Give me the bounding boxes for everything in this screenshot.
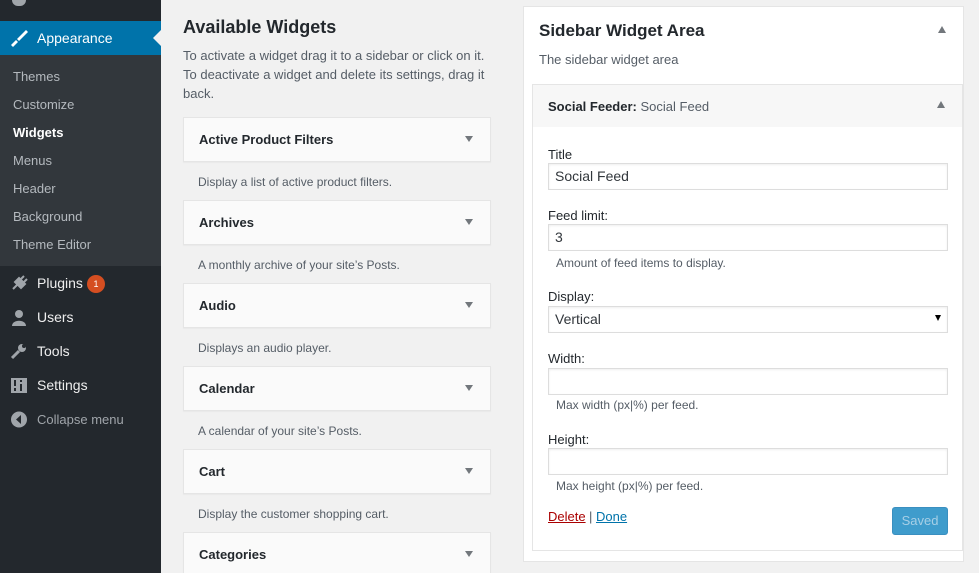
- menu-label: Appearance: [37, 30, 113, 46]
- widget-active-product-filters[interactable]: Active Product Filters: [183, 117, 491, 162]
- menu-label: Plugins: [37, 275, 83, 291]
- display-label: Display:: [548, 289, 595, 304]
- widget-instance-title: Social Feed: [640, 99, 710, 114]
- user-icon: [12, 310, 26, 326]
- widget-audio[interactable]: Audio: [183, 283, 491, 328]
- menu-item-tools[interactable]: Tools: [0, 334, 161, 368]
- admin-menu: Appearance Themes Customize Widgets Menu…: [0, 0, 161, 573]
- width-input[interactable]: [548, 368, 948, 395]
- delete-link[interactable]: Delete: [548, 509, 586, 524]
- available-widgets-title: Available Widgets: [183, 17, 337, 37]
- menu-item-users[interactable]: Users: [0, 300, 161, 334]
- widget-calendar[interactable]: Calendar: [183, 366, 491, 411]
- update-count-badge: 1: [87, 275, 105, 293]
- menu-item-settings[interactable]: Settings: [0, 368, 161, 402]
- height-label: Height:: [548, 432, 590, 447]
- collapse-menu-button[interactable]: Collapse menu: [0, 402, 161, 436]
- menu-label: Collapse menu: [37, 412, 124, 427]
- widget-description: Display the customer shopping cart.: [198, 507, 389, 521]
- widget-title: Archives: [199, 215, 254, 230]
- link-separator: |: [589, 509, 593, 524]
- widget-title: Audio: [199, 298, 236, 313]
- saved-button[interactable]: Saved: [892, 507, 948, 535]
- submenu-menus[interactable]: Menus: [13, 153, 52, 168]
- appearance-submenu: Themes Customize Widgets Menus Header Ba…: [0, 55, 161, 266]
- width-label: Width:: [548, 351, 585, 366]
- display-selected-value: Vertical: [555, 311, 601, 327]
- title-separator: :: [632, 99, 637, 114]
- collapse-arrow-icon[interactable]: [938, 26, 946, 33]
- height-help: Max height (px|%) per feed.: [556, 479, 704, 493]
- widget-title: Active Product Filters: [199, 132, 334, 147]
- widget-archives[interactable]: Archives: [183, 200, 491, 245]
- widget-title: Calendar: [199, 381, 255, 396]
- available-widgets-description: To activate a widget drag it to a sideba…: [183, 48, 485, 101]
- menu-label: Settings: [37, 377, 88, 393]
- submenu-themes[interactable]: Themes: [13, 69, 60, 84]
- feed-limit-help: Amount of feed items to display.: [556, 256, 726, 270]
- sidebar-area-description: The sidebar widget area: [539, 52, 679, 67]
- height-input[interactable]: [548, 448, 948, 475]
- width-help: Max width (px|%) per feed.: [556, 398, 699, 412]
- settings-sliders-icon: [11, 378, 27, 393]
- plugin-icon: [12, 275, 28, 290]
- sidebar-area-title[interactable]: Sidebar Widget Area: [539, 21, 704, 41]
- wrench-icon: [10, 344, 26, 360]
- expand-arrow-icon[interactable]: [465, 385, 473, 391]
- submenu-theme-editor[interactable]: Theme Editor: [13, 237, 91, 252]
- menu-label: Tools: [37, 343, 70, 359]
- title-input[interactable]: Social Feed: [548, 163, 948, 190]
- widget-description: A calendar of your site’s Posts.: [198, 424, 362, 438]
- submenu-customize[interactable]: Customize: [13, 97, 74, 112]
- expand-arrow-icon[interactable]: [465, 302, 473, 308]
- collapse-arrow-icon[interactable]: [937, 101, 945, 108]
- feed-limit-input[interactable]: 3: [548, 224, 948, 251]
- menu-label: Users: [37, 309, 74, 325]
- expand-arrow-icon[interactable]: [465, 468, 473, 474]
- title-label: Title: [548, 147, 573, 162]
- paintbrush-icon: [11, 30, 28, 47]
- widget-categories[interactable]: Categories: [183, 532, 491, 573]
- dropdown-arrow-icon: [935, 315, 941, 321]
- submenu-widgets[interactable]: Widgets: [13, 125, 63, 140]
- widget-description: Displays an audio player.: [198, 341, 332, 355]
- done-link[interactable]: Done: [596, 509, 627, 524]
- collapse-arrow-icon: [11, 411, 27, 428]
- dashboard-icon-partial: [12, 0, 26, 6]
- expand-arrow-icon[interactable]: [465, 136, 473, 142]
- widget-cart[interactable]: Cart: [183, 449, 491, 494]
- widget-title: Cart: [199, 464, 226, 479]
- submenu-header[interactable]: Header: [13, 181, 56, 196]
- menu-item-plugins[interactable]: Plugins 1: [0, 266, 161, 300]
- social-feeder-widget-header[interactable]: Social Feeder: Social Feed: [532, 84, 963, 128]
- menu-item-appearance[interactable]: Appearance: [0, 21, 161, 55]
- feed-limit-label: Feed limit:: [548, 208, 608, 223]
- widget-header-title: Social Feeder: Social Feed: [548, 99, 709, 114]
- widget-description: A monthly archive of your site’s Posts.: [198, 258, 400, 272]
- widget-title: Categories: [199, 547, 267, 562]
- expand-arrow-icon[interactable]: [465, 551, 473, 557]
- display-select[interactable]: Vertical: [548, 306, 948, 333]
- expand-arrow-icon[interactable]: [465, 219, 473, 225]
- widget-name: Social Feeder: [548, 99, 633, 114]
- widget-description: Display a list of active product filters…: [198, 175, 393, 189]
- submenu-background[interactable]: Background: [13, 209, 82, 224]
